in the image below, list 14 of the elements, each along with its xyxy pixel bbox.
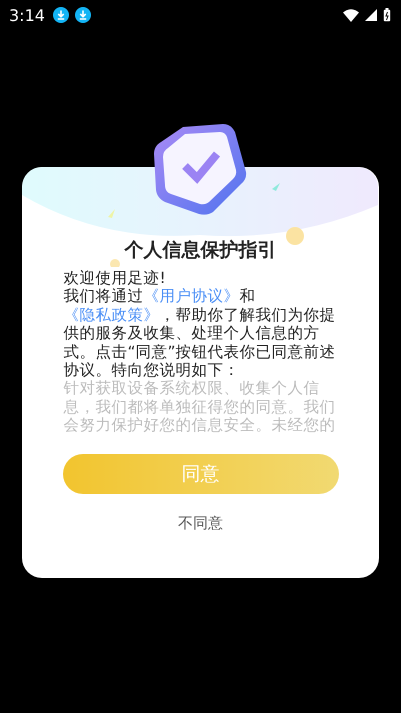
greeting-text: 欢迎使用足迹! <box>64 269 167 288</box>
wifi-icon <box>343 8 359 22</box>
permission-notice: 针对获取设备系统权限、收集个人信息，我们都将单独征得您的同意。我们会努力保护好您的信息安全。未经您的 <box>64 379 336 435</box>
policy-link[interactable]: 《用户协议》 <box>144 287 240 306</box>
download-icon <box>74 7 91 23</box>
policy-link[interactable]: 《隐私政策》 <box>64 306 160 324</box>
battery-icon <box>383 8 391 22</box>
agreement-paragraph: 我们将通过《用户协议》和 《隐私政策》，帮助你了解我们为你提供的服务及收集、处理个人信息的方式。点击“同意”按钮代表你已同意前述协议。特向您说明如下： <box>64 287 337 380</box>
clock-time: 3:14 <box>9 6 45 24</box>
shield-check-icon <box>153 124 247 216</box>
dialog-title: 个人信息保护指引 <box>124 238 276 263</box>
download-icon <box>52 7 69 23</box>
disagree-button[interactable]: 不同意 <box>170 510 231 537</box>
signal-icon <box>365 9 377 21</box>
